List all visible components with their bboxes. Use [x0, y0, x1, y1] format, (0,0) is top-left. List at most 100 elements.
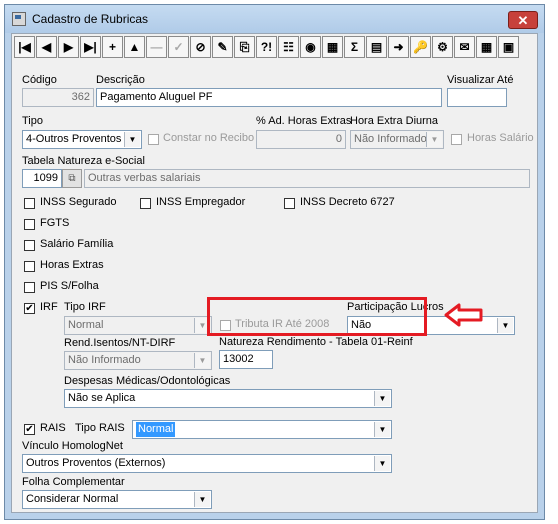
calendar-icon[interactable]: ▦ — [476, 36, 497, 58]
app-icon — [12, 12, 26, 26]
inss-segurado-checkbox[interactable] — [24, 198, 35, 209]
insert-button[interactable]: + — [102, 36, 123, 58]
horas-salario-checkbox[interactable] — [451, 134, 462, 145]
exit-icon[interactable]: ▣ — [498, 36, 519, 58]
inss-empregador-checkbox[interactable] — [140, 198, 151, 209]
descricao-field[interactable]: Pagamento Aluguel PF — [96, 88, 442, 107]
rais-checkbox[interactable]: ✔ — [24, 424, 35, 435]
salario-familia-checkbox[interactable] — [24, 240, 35, 251]
hora-diurna-value: Não Informado — [354, 133, 427, 145]
rend-value: Não Informado — [68, 354, 141, 366]
chevron-down-icon[interactable]: ▼ — [426, 132, 442, 147]
mail-icon[interactable]: ✉ — [454, 36, 475, 58]
title-bar[interactable]: Cadastro de Rubricas ✕ — [5, 5, 544, 33]
cancel-button[interactable]: ⊘ — [190, 36, 211, 58]
sum-icon[interactable]: Σ — [344, 36, 365, 58]
confirm-button[interactable]: ✓ — [168, 36, 189, 58]
despesas-label: Despesas Médicas/Odontológicas — [64, 375, 231, 387]
horas-extras-label: Horas Extras — [40, 259, 104, 271]
salario-familia-label: Salário Família — [40, 238, 114, 250]
chevron-down-icon[interactable]: ▼ — [194, 353, 210, 368]
delete-button[interactable]: — — [146, 36, 167, 58]
edit-button[interactable]: ▲ — [124, 36, 145, 58]
close-button[interactable]: ✕ — [508, 11, 538, 29]
natureza-rend-field[interactable]: 13002 — [219, 350, 273, 369]
toolbar: |◀ ◀ ▶ ▶| + ▲ — ✓ ⊘ ✎ ⎘ ?! ☷ ◉ ▦ Σ ▤ ➜ 🔑… — [14, 36, 520, 60]
fgts-checkbox[interactable] — [24, 219, 35, 230]
target-icon[interactable]: ◉ — [300, 36, 321, 58]
arrow-left-icon — [444, 303, 483, 327]
ad-horas-label: % Ad. Horas Extras — [256, 115, 352, 127]
irf-label: IRF — [40, 301, 58, 313]
vinculo-value: Outros Proventos (Externos) — [26, 457, 166, 469]
chevron-down-icon[interactable]: ▼ — [124, 132, 140, 147]
tipo-irf-select[interactable]: Normal ▼ — [64, 316, 212, 335]
chevron-down-icon[interactable]: ▼ — [497, 318, 513, 333]
rubricas-window: Cadastro de Rubricas ✕ |◀ ◀ ▶ ▶| + ▲ — ✓… — [4, 4, 545, 520]
tipo-rais-label: Tipo RAIS — [75, 422, 125, 434]
hora-diurna-label: Hora Extra Diurna — [350, 115, 439, 127]
export-icon[interactable]: ➜ — [388, 36, 409, 58]
list-icon[interactable]: ☷ — [278, 36, 299, 58]
constar-label: Constar no Recibo — [163, 132, 255, 144]
folha-label: Folha Complementar — [22, 476, 125, 488]
horas-extras-checkbox[interactable] — [24, 261, 35, 272]
pis-checkbox[interactable] — [24, 282, 35, 293]
copy-icon[interactable]: ⎘ — [234, 36, 255, 58]
constar-checkbox[interactable] — [148, 134, 159, 145]
vinculo-select[interactable]: Outros Proventos (Externos) ▼ — [22, 454, 392, 473]
lookup-icon[interactable]: ⧉ — [62, 169, 82, 188]
fgts-label: FGTS — [40, 217, 70, 229]
visualizar-field[interactable] — [447, 88, 507, 107]
tipo-label: Tipo — [22, 115, 43, 127]
chevron-down-icon[interactable]: ▼ — [374, 391, 390, 406]
folha-value: Considerar Normal — [26, 493, 119, 505]
tipo-value: 4-Outros Proventos — [26, 133, 122, 145]
tipo-rais-value: Normal — [136, 422, 176, 437]
despesas-select[interactable]: Não se Aplica ▼ — [64, 389, 392, 408]
last-record-button[interactable]: ▶| — [80, 36, 101, 58]
visualizar-label: Visualizar Até — [447, 74, 514, 86]
window-title: Cadastro de Rubricas — [32, 12, 149, 26]
highlight-box — [207, 297, 427, 336]
pis-label: PIS S/Folha — [40, 280, 99, 292]
report-icon[interactable]: ▤ — [366, 36, 387, 58]
settings-icon[interactable]: ⚙ — [432, 36, 453, 58]
chevron-down-icon[interactable]: ▼ — [194, 492, 210, 507]
first-record-button[interactable]: |◀ — [14, 36, 35, 58]
chevron-down-icon[interactable]: ▼ — [374, 422, 390, 437]
grid-icon[interactable]: ▦ — [322, 36, 343, 58]
vinculo-label: Vínculo HomologNet — [22, 440, 123, 452]
next-record-button[interactable]: ▶ — [58, 36, 79, 58]
descricao-label: Descrição — [96, 74, 145, 86]
irf-checkbox[interactable]: ✔ — [24, 303, 35, 314]
rais-label: RAIS — [40, 422, 66, 434]
rend-label: Rend.Isentos/NT-DIRF — [64, 337, 176, 349]
key-icon[interactable]: 🔑 — [410, 36, 431, 58]
chevron-down-icon[interactable]: ▼ — [374, 456, 390, 471]
inss-decreto-label: INSS Decreto 6727 — [300, 196, 395, 208]
form-area: |◀ ◀ ▶ ▶| + ▲ — ✓ ⊘ ✎ ⎘ ?! ☷ ◉ ▦ Σ ▤ ➜ 🔑… — [11, 33, 538, 513]
natureza-label: Tabela Natureza e-Social — [22, 155, 145, 167]
inss-segurado-label: INSS Segurado — [40, 196, 117, 208]
hora-diurna-select[interactable]: Não Informado ▼ — [350, 130, 444, 149]
horas-salario-label: Horas Salário — [467, 132, 534, 144]
tipo-rais-select[interactable]: Normal ▼ — [132, 420, 392, 439]
help-icon[interactable]: ?! — [256, 36, 277, 58]
tipo-select[interactable]: 4-Outros Proventos ▼ — [22, 130, 142, 149]
tipo-irf-label: Tipo IRF — [64, 301, 106, 313]
tipo-irf-value: Normal — [68, 319, 104, 331]
natureza-rend-label: Natureza Rendimento - Tabela 01-Reinf — [219, 336, 413, 348]
codigo-field[interactable]: 362 — [22, 88, 94, 107]
inss-empregador-label: INSS Empregador — [156, 196, 246, 208]
natureza-code-field[interactable]: 1099 — [22, 169, 62, 188]
natureza-desc-field: Outras verbas salariais — [84, 169, 530, 188]
previous-record-button[interactable]: ◀ — [36, 36, 57, 58]
folha-select[interactable]: Considerar Normal ▼ — [22, 490, 212, 509]
inss-decreto-checkbox[interactable] — [284, 198, 295, 209]
despesas-value: Não se Aplica — [68, 392, 136, 404]
codigo-label: Código — [22, 74, 57, 86]
rend-select[interactable]: Não Informado ▼ — [64, 351, 212, 370]
ad-horas-field[interactable]: 0 — [256, 130, 346, 149]
edit-pencil-icon[interactable]: ✎ — [212, 36, 233, 58]
